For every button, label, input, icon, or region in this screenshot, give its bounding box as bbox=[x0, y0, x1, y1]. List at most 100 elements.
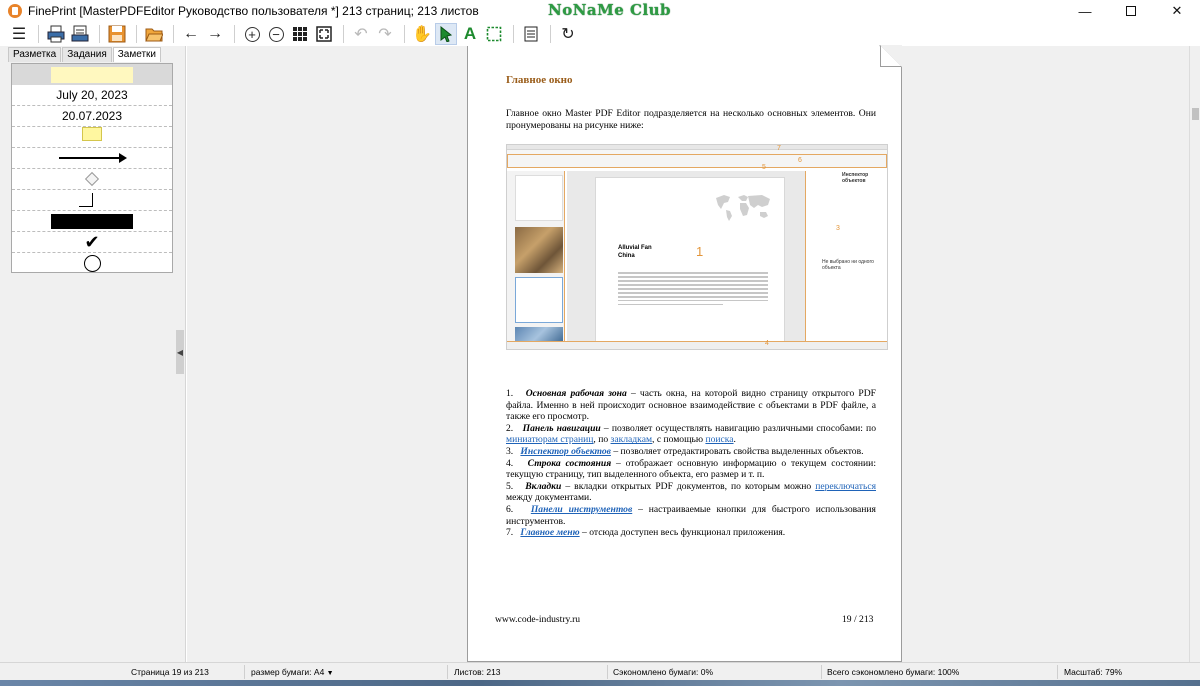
tab-notes[interactable]: Заметки bbox=[112, 47, 161, 62]
scrollbar-thumb[interactable] bbox=[1192, 108, 1199, 120]
list-num: 3. bbox=[506, 445, 514, 457]
text-tool-button[interactable]: A bbox=[459, 23, 481, 45]
link-switch-tabs[interactable]: переключаться bbox=[815, 481, 876, 492]
window-title: FinePrint [MasterPDFEditor Руководство п… bbox=[28, 4, 479, 18]
list-item: 4. Строка состояния – отображает основну… bbox=[506, 458, 876, 481]
arrow-icon bbox=[59, 153, 127, 163]
list-num: 1. bbox=[506, 388, 514, 399]
vertical-scrollbar[interactable] bbox=[1189, 46, 1200, 662]
redaction-bar-icon bbox=[51, 213, 133, 229]
app-icon bbox=[8, 4, 22, 18]
list-num: 6. bbox=[506, 503, 514, 515]
selection-tool-button[interactable] bbox=[483, 23, 505, 45]
screenshot-toolbar: 6 bbox=[507, 154, 887, 168]
note-highlight[interactable] bbox=[12, 64, 172, 85]
print-button[interactable] bbox=[45, 23, 67, 45]
list-text: между документами. bbox=[506, 492, 592, 504]
screenshot-thumb bbox=[515, 277, 563, 323]
menu-button[interactable]: ☰ bbox=[8, 23, 30, 45]
list-text: , с помощью bbox=[652, 434, 706, 446]
screenshot-label-6: 6 bbox=[798, 157, 802, 164]
document-icon bbox=[524, 26, 538, 42]
status-divider bbox=[1057, 665, 1058, 679]
list-item: 7. Главное меню – отсюда доступен весь ф… bbox=[506, 527, 876, 539]
pointer-icon bbox=[440, 26, 453, 42]
screenshot-label-1: 1 bbox=[696, 244, 704, 259]
redo-button[interactable]: ↷ bbox=[374, 23, 396, 45]
toolbar-divider bbox=[99, 25, 100, 43]
document-button[interactable] bbox=[520, 23, 542, 45]
page-footer-url: www.code-industry.ru bbox=[495, 614, 581, 625]
refresh-button[interactable]: ↻ bbox=[557, 23, 579, 45]
toolbar-divider bbox=[173, 25, 174, 43]
fit-page-icon bbox=[316, 26, 332, 42]
minimize-button[interactable]: — bbox=[1062, 0, 1108, 22]
maximize-button[interactable] bbox=[1108, 0, 1154, 22]
note-date-short[interactable]: 20.07.2023 bbox=[12, 106, 172, 127]
link-toolbars[interactable]: Панели инструментов bbox=[531, 504, 632, 515]
zoom-in-icon: + bbox=[244, 26, 260, 42]
back-button[interactable]: ← bbox=[180, 23, 202, 45]
list-item: 3. Инспектор объектов – позволяет отреда… bbox=[506, 446, 876, 458]
page-dogear bbox=[880, 45, 902, 67]
sticky-note-icon bbox=[82, 127, 102, 141]
hand-tool-button[interactable]: ✋ bbox=[411, 23, 433, 45]
zoom-out-button[interactable]: − bbox=[265, 23, 287, 45]
panel-splitter[interactable]: ◀ bbox=[176, 330, 184, 374]
link-page-thumbnails[interactable]: миниатюрам страниц bbox=[506, 434, 593, 445]
maximize-icon bbox=[1126, 6, 1136, 16]
screenshot-nav-panel: 2 bbox=[507, 171, 565, 343]
note-date-long-text: July 20, 2023 bbox=[56, 88, 128, 102]
open-folder-icon bbox=[145, 28, 163, 42]
left-panel: Разметка Задания Заметки July 20, 2023 2… bbox=[0, 46, 186, 662]
note-circle[interactable] bbox=[12, 253, 172, 274]
link-search[interactable]: поиска bbox=[705, 434, 733, 445]
screenshot-thumb bbox=[515, 175, 563, 221]
status-saved: Сэкономлено бумаги: 0% bbox=[613, 667, 714, 677]
forward-arrow-icon: → bbox=[207, 25, 223, 42]
close-button[interactable]: ✕ bbox=[1154, 0, 1200, 22]
undo-button[interactable]: ↶ bbox=[350, 23, 372, 45]
link-object-inspector[interactable]: Инспектор объектов bbox=[520, 446, 611, 457]
print-icon bbox=[47, 25, 65, 43]
forward-button[interactable]: → bbox=[204, 23, 226, 45]
document-view[interactable]: Главное окно Главное окно Master PDF Edi… bbox=[187, 45, 1189, 662]
status-divider bbox=[821, 665, 822, 679]
paper-size-dropdown[interactable]: размер бумаги: A4 ▼ bbox=[251, 667, 334, 677]
thumbnails-icon bbox=[293, 27, 307, 41]
minimize-icon: — bbox=[1078, 3, 1092, 19]
note-corner[interactable] bbox=[12, 190, 172, 211]
note-date-short-text: 20.07.2023 bbox=[61, 109, 123, 123]
zoom-in-button[interactable]: + bbox=[241, 23, 263, 45]
notes-list: July 20, 2023 20.07.2023 ✔ bbox=[11, 63, 173, 273]
screenshot-caption-subtitle: China bbox=[618, 253, 635, 259]
brand-watermark: NoNaMe Club bbox=[548, 1, 672, 19]
note-check[interactable]: ✔ bbox=[12, 232, 172, 253]
open-button[interactable] bbox=[143, 23, 165, 45]
screenshot-label-3: 3 bbox=[836, 225, 840, 232]
toolbar-divider bbox=[234, 25, 235, 43]
printer-settings-button[interactable] bbox=[69, 23, 91, 45]
note-arrow[interactable] bbox=[12, 148, 172, 169]
note-sticky[interactable] bbox=[12, 127, 172, 148]
pdf-page[interactable]: Главное окно Главное окно Master PDF Edi… bbox=[467, 45, 902, 662]
screenshot-inspector: Инспектор объектов 3 Не выбрано ни одног… bbox=[805, 171, 887, 341]
save-button[interactable] bbox=[106, 23, 128, 45]
screenshot-inspector-text: Не выбрано ни одного объекта bbox=[822, 259, 874, 271]
note-diamond[interactable] bbox=[12, 169, 172, 190]
selection-tool-icon bbox=[486, 26, 502, 42]
note-date-long[interactable]: July 20, 2023 bbox=[12, 85, 172, 106]
pointer-tool-button[interactable] bbox=[435, 23, 457, 45]
list-num: 4. bbox=[506, 457, 514, 469]
fit-page-button[interactable] bbox=[313, 23, 335, 45]
printer-settings-icon bbox=[71, 25, 89, 42]
link-main-menu[interactable]: Главное меню bbox=[520, 527, 579, 538]
note-redaction[interactable] bbox=[12, 211, 172, 232]
tab-tasks[interactable]: Задания bbox=[62, 47, 112, 62]
tab-markup[interactable]: Разметка bbox=[8, 47, 62, 62]
toolbar-divider bbox=[343, 25, 344, 43]
elements-list: 1. Основная рабочая зона – часть окна, н… bbox=[506, 388, 876, 539]
list-item: 6. Панели инструментов – настраиваемые к… bbox=[506, 504, 876, 527]
thumbnails-button[interactable] bbox=[289, 23, 311, 45]
link-bookmarks[interactable]: закладкам bbox=[611, 434, 652, 445]
